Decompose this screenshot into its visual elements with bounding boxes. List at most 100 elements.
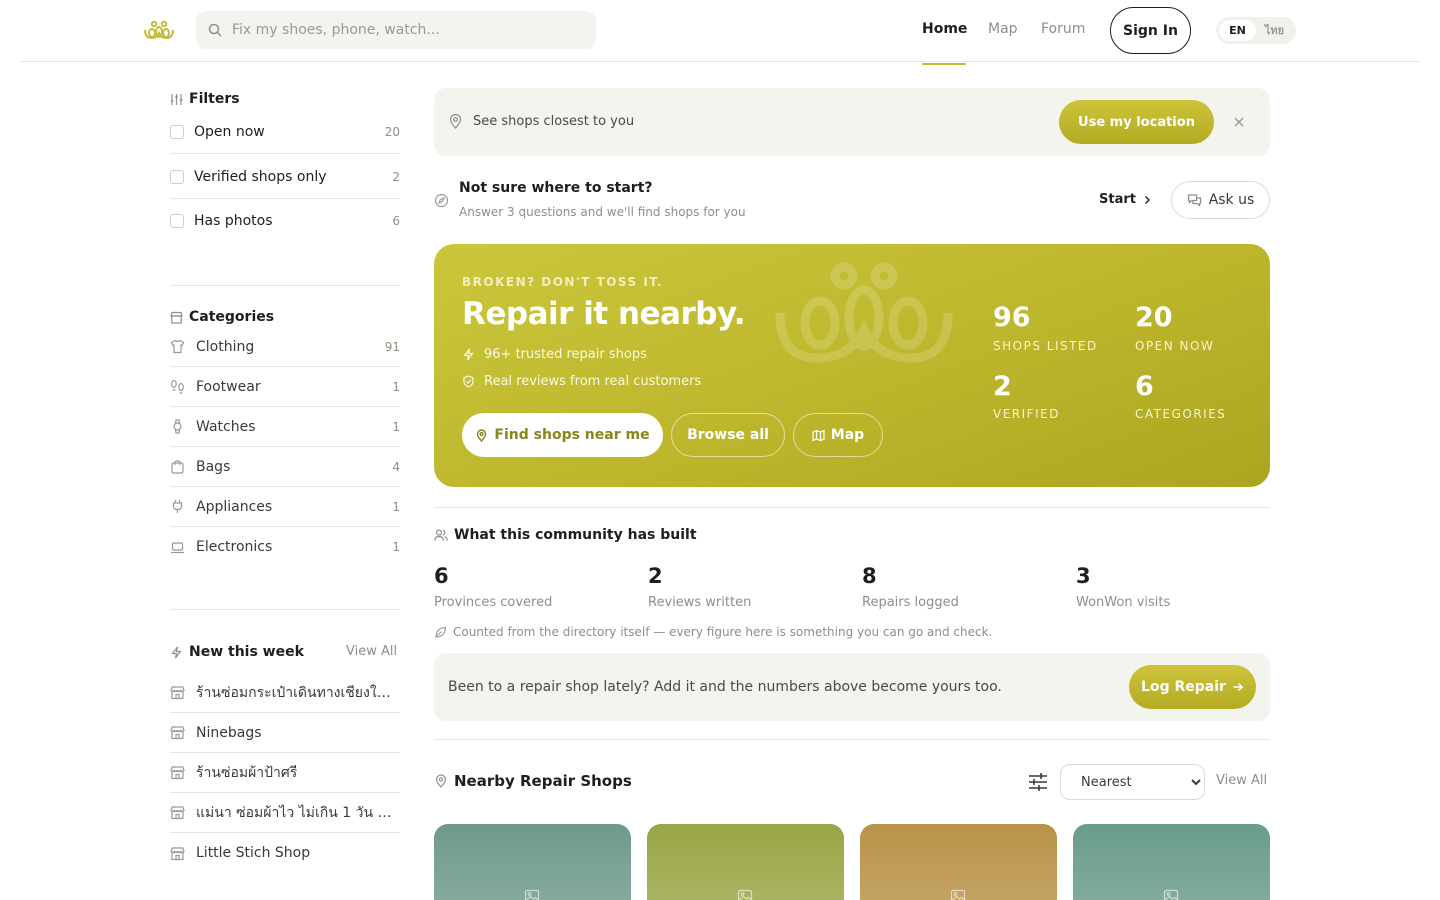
hero-bullet: Real reviews from real customers (462, 374, 701, 389)
category-count: 1 (392, 419, 400, 434)
stat-shops-listed-label: SHOPS LISTED (993, 339, 1098, 353)
shirt-icon (170, 339, 185, 354)
search-input[interactable] (232, 22, 572, 38)
new-shop-item[interactable]: Ninebags (170, 713, 400, 753)
nav-home[interactable]: Home (922, 21, 967, 37)
filter-count: 6 (392, 214, 400, 228)
nav-map[interactable]: Map (988, 21, 1018, 37)
new-this-week-title: New this week (189, 644, 304, 660)
hero-bullet-text: 96+ trusted repair shops (484, 347, 647, 362)
categories-heading: Categories (170, 309, 274, 325)
category-label: Footwear (196, 378, 261, 395)
community-stat-value: 6 (434, 564, 449, 588)
filters-heading: Filters (170, 91, 240, 107)
close-icon[interactable] (1232, 115, 1246, 129)
filter-label: Verified shops only (194, 168, 327, 185)
start-label: Start (1099, 192, 1136, 207)
log-repair-banner: Been to a repair shop lately? Add it and… (434, 653, 1270, 721)
map-pin-icon (477, 428, 487, 442)
checkbox[interactable] (170, 214, 184, 228)
browse-all-button[interactable]: Browse all (671, 413, 785, 457)
new-shop-name: แม่นา ซ่อมผ้าไว ไม่เกิน 1 วัน มารับ... (196, 804, 396, 821)
new-shop-name: ร้านซ่อมผ้าป้าศรี (196, 764, 298, 781)
community-stat-label: Provinces covered (434, 595, 553, 610)
find-shops-near-me-button[interactable]: Find shops near me (462, 413, 663, 457)
category-count: 1 (392, 379, 400, 394)
new-shop-item[interactable]: แม่นา ซ่อมผ้าไว ไม่เกิน 1 วัน มารับ... (170, 793, 400, 833)
category-footwear[interactable]: Footwear 1 (170, 367, 400, 407)
stat-categories-value: 6 (1135, 371, 1154, 402)
sort-select[interactable]: Nearest (1060, 764, 1205, 800)
new-shop-name: ร้านซ่อมกระเป๋าเดินทางเชียงใหม่ ... (196, 684, 396, 701)
hero-banner: BROKEN? DON'T TOSS IT. Repair it nearby.… (434, 244, 1270, 487)
stat-verified-label: VERIFIED (993, 407, 1060, 421)
store-icon (170, 766, 185, 780)
category-electronics[interactable]: Electronics 1 (170, 527, 400, 567)
log-repair-button[interactable]: Log Repair (1129, 665, 1256, 709)
map-label: Map (830, 427, 865, 443)
guide-title: Not sure where to start? (459, 180, 653, 196)
use-my-location-button[interactable]: Use my location (1059, 100, 1214, 144)
image-placeholder-icon (524, 889, 540, 900)
sidebar-divider (170, 285, 400, 286)
category-label: Watches (196, 418, 256, 435)
store-icon (170, 686, 185, 700)
filters-title: Filters (189, 91, 240, 107)
category-clothing[interactable]: Clothing 91 (170, 327, 400, 367)
map-icon (812, 429, 825, 441)
new-shop-item[interactable]: ร้านซ่อมกระเป๋าเดินทางเชียงใหม่ ... (170, 673, 400, 713)
search-icon (208, 23, 222, 37)
filter-settings-icon[interactable] (1027, 771, 1049, 793)
category-count: 1 (392, 499, 400, 514)
find-shops-label: Find shops near me (494, 427, 650, 443)
hero-bullet-text: Real reviews from real customers (484, 374, 702, 389)
users-icon (434, 529, 448, 541)
category-bags[interactable]: Bags 4 (170, 447, 400, 487)
stat-open-now-value: 20 (1135, 302, 1173, 333)
filter-verified-only[interactable]: Verified shops only 2 (170, 155, 400, 199)
section-divider (434, 739, 1270, 740)
new-shop-item[interactable]: Little Stich Shop (170, 833, 400, 873)
ask-us-label: Ask us (1208, 192, 1255, 208)
leaf-icon (435, 626, 447, 638)
ask-us-button[interactable]: Ask us (1171, 181, 1270, 219)
filter-count: 20 (384, 124, 400, 139)
community-stat-value: 3 (1076, 564, 1091, 588)
nav-forum[interactable]: Forum (1041, 21, 1085, 37)
filter-open-now[interactable]: Open now 20 (170, 110, 400, 154)
stat-shops-listed-value: 96 (993, 302, 1031, 333)
search-bar[interactable] (196, 11, 596, 49)
store-icon (170, 846, 185, 860)
image-placeholder-icon (950, 889, 966, 900)
watch-icon (173, 419, 182, 434)
lang-en-option[interactable]: EN (1219, 20, 1256, 41)
map-button[interactable]: Map (793, 413, 883, 457)
new-shop-name: Ninebags (196, 724, 262, 741)
footprints-icon (171, 379, 184, 394)
checkbox[interactable] (170, 124, 184, 139)
hero-eyebrow: BROKEN? DON'T TOSS IT. (462, 275, 664, 289)
shop-card[interactable] (860, 824, 1057, 900)
category-count: 4 (392, 459, 400, 474)
wonwon-logo-icon[interactable] (143, 20, 175, 42)
lightning-icon (171, 646, 182, 658)
filter-has-photos[interactable]: Has photos 6 (170, 199, 400, 243)
lang-th-option[interactable]: ไทย (1256, 20, 1293, 41)
category-appliances[interactable]: Appliances 1 (170, 487, 400, 527)
shop-card[interactable] (1073, 824, 1270, 900)
category-watches[interactable]: Watches 1 (170, 407, 400, 447)
filter-count: 2 (392, 169, 400, 184)
checkbox[interactable] (170, 169, 184, 184)
start-quiz-link[interactable]: Start (1099, 192, 1152, 207)
nearby-view-all[interactable]: View All (1216, 773, 1267, 788)
community-stat-value: 8 (862, 564, 877, 588)
new-this-week-view-all[interactable]: View All (346, 644, 397, 659)
sign-in-button[interactable]: Sign In (1110, 7, 1191, 54)
new-shop-item[interactable]: ร้านซ่อมผ้าป้าศรี (170, 753, 400, 793)
nav-active-indicator (922, 63, 966, 65)
arrow-right-icon (1233, 682, 1243, 692)
shop-card[interactable] (434, 824, 631, 900)
shop-card[interactable] (647, 824, 844, 900)
location-banner: See shops closest to you Use my location (434, 88, 1270, 156)
language-switcher[interactable]: EN ไทย (1216, 17, 1296, 44)
